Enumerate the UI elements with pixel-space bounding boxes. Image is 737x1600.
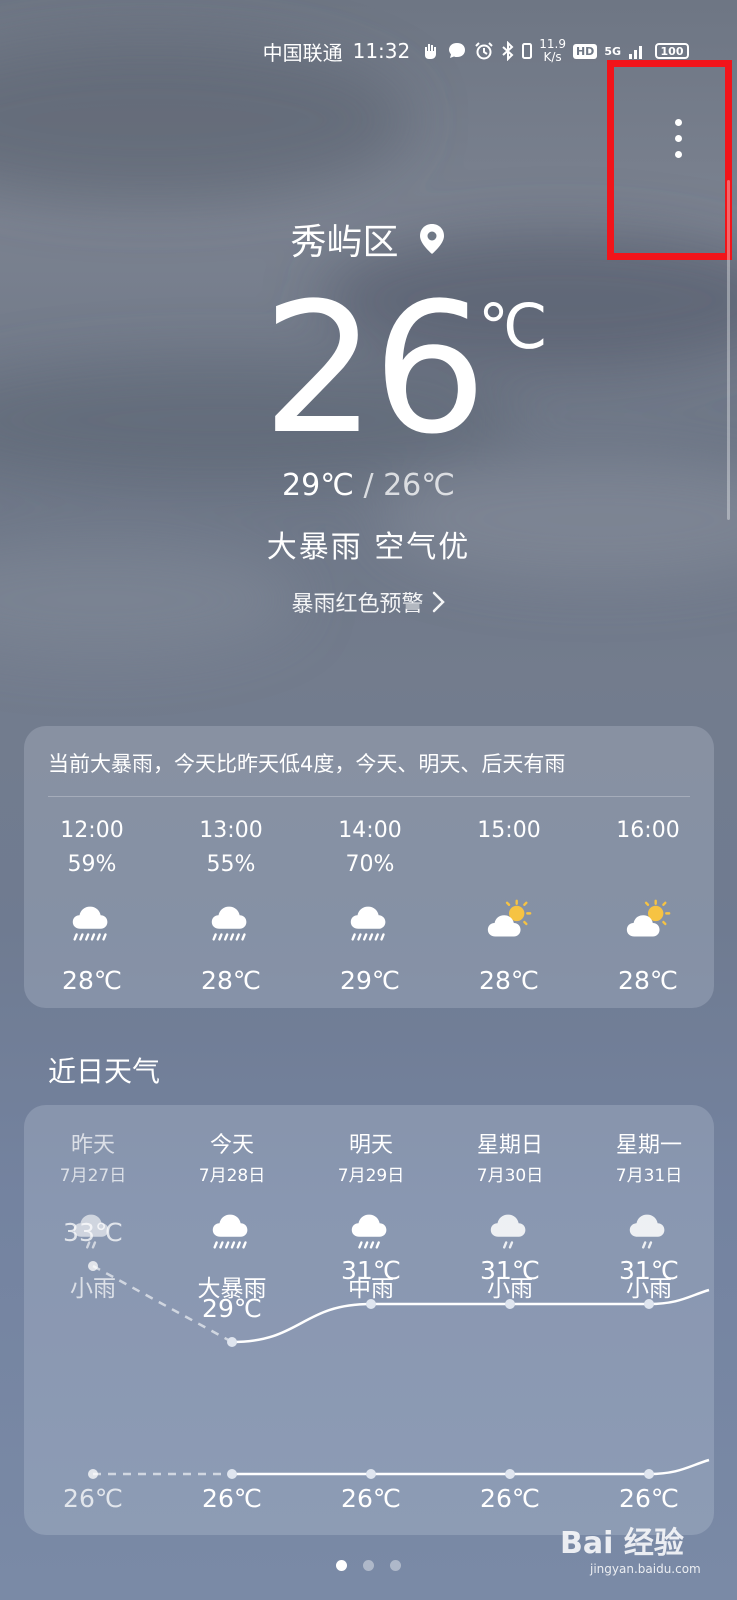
low-temp-point bbox=[366, 1469, 376, 1479]
vibrate-icon bbox=[522, 43, 533, 59]
hour-temp: 29℃ bbox=[340, 966, 400, 995]
alarm-icon bbox=[475, 42, 493, 60]
high-temp-point bbox=[366, 1299, 376, 1309]
dot bbox=[674, 118, 682, 126]
page-dot[interactable] bbox=[336, 1560, 347, 1571]
low-temp-point bbox=[505, 1469, 515, 1479]
low-temp-label: 26℃ bbox=[619, 1484, 679, 1513]
divider bbox=[48, 796, 690, 797]
daily-forecast-card[interactable]: 昨天 7月27日 小雨 今天 7月28日 大暴雨 明天 7月29日 中雨 星期日 7月… bbox=[24, 1105, 714, 1535]
hourly-item: 16:00 28℃ bbox=[588, 818, 708, 995]
heavy-rain-icon bbox=[32, 888, 152, 958]
hour-precip: 70% bbox=[345, 852, 395, 877]
high-temp-label: 31℃ bbox=[480, 1256, 540, 1285]
low-temp: 26℃ bbox=[383, 468, 455, 503]
clock: 11:32 bbox=[352, 39, 411, 63]
range-separator: / bbox=[353, 468, 384, 503]
chevron-right-icon bbox=[432, 591, 445, 613]
partly-cloudy-icon bbox=[588, 888, 708, 958]
temperature-trend-chart bbox=[88, 1261, 710, 1479]
high-temp-label: 33℃ bbox=[63, 1218, 123, 1247]
hourly-item: 12:00 59% 28℃ bbox=[32, 818, 152, 995]
message-icon bbox=[449, 43, 466, 58]
hour-time: 13:00 bbox=[199, 818, 263, 843]
hour-time: 15:00 bbox=[477, 818, 541, 843]
hour-temp: 28℃ bbox=[479, 966, 539, 995]
high-temp-label: 31℃ bbox=[619, 1256, 679, 1285]
hour-temp: 28℃ bbox=[62, 966, 122, 995]
low-temp-label: 26℃ bbox=[202, 1484, 262, 1513]
status-bar: 中国联通 11:32 11.9 K/s HD 5G 100 bbox=[0, 34, 737, 68]
status-icons: 11.9 K/s HD 5G 100 bbox=[420, 38, 689, 64]
hour-temp: 28℃ bbox=[201, 966, 261, 995]
hour-time: 14:00 bbox=[338, 818, 402, 843]
watermark-url: jingyan.baidu.com bbox=[590, 1562, 701, 1576]
location-pin-icon bbox=[419, 224, 444, 254]
page-dot[interactable] bbox=[390, 1560, 401, 1571]
hd-badge: HD bbox=[572, 43, 598, 59]
hour-time: 12:00 bbox=[60, 818, 124, 843]
temperature-range: 29℃ / 26℃ bbox=[0, 468, 737, 503]
baidu-watermark: Bai 经验 jingyan.baidu.com bbox=[560, 1518, 701, 1576]
low-temp-line bbox=[232, 1458, 710, 1476]
temperature-unit: ℃ bbox=[478, 290, 548, 363]
page-dot[interactable] bbox=[363, 1560, 374, 1571]
daily-section-title: 近日天气 bbox=[48, 1055, 161, 1088]
hour-precip bbox=[449, 852, 569, 888]
net-speed-unit: K/s bbox=[543, 50, 562, 64]
location-name: 秀屿区 bbox=[290, 222, 399, 263]
weather-alert-link[interactable]: 暴雨红色预警 bbox=[0, 586, 737, 618]
high-temp-point bbox=[88, 1261, 98, 1271]
battery-indicator: 100 bbox=[655, 43, 689, 59]
low-temp-label: 26℃ bbox=[480, 1484, 540, 1513]
hourly-forecast-card[interactable]: 当前大暴雨，今天比昨天低4度，今天、明天、后天有雨 12:00 59% 28℃ 1… bbox=[24, 726, 714, 1008]
bluetooth-icon bbox=[502, 41, 514, 61]
low-temp-label: 26℃ bbox=[63, 1484, 123, 1513]
hour-precip: 55% bbox=[206, 852, 256, 877]
more-options-button[interactable] bbox=[648, 98, 708, 178]
high-temp-point bbox=[227, 1337, 237, 1347]
heavy-rain-icon bbox=[171, 888, 291, 958]
high-temp-label: 31℃ bbox=[341, 1256, 401, 1285]
hour-time: 16:00 bbox=[616, 818, 680, 843]
carrier-label: 中国联通 bbox=[262, 40, 343, 65]
hourly-item: 13:00 55% 28℃ bbox=[171, 818, 291, 995]
low-temp-point bbox=[88, 1469, 98, 1479]
high-temp-point bbox=[644, 1299, 654, 1309]
hour-precip: 59% bbox=[67, 852, 117, 877]
high-temp-label: 29℃ bbox=[202, 1294, 262, 1323]
partly-cloudy-icon bbox=[449, 888, 569, 958]
hourly-item: 14:00 70% 29℃ bbox=[310, 818, 430, 995]
low-temp-point bbox=[227, 1469, 237, 1479]
dot bbox=[674, 150, 682, 158]
low-temp-label: 26℃ bbox=[341, 1484, 401, 1513]
alert-text: 暴雨红色预警 bbox=[291, 592, 424, 617]
location-title[interactable]: 秀屿区 bbox=[0, 213, 737, 265]
hour-precip bbox=[588, 852, 708, 888]
weather-summary: 当前大暴雨，今天比昨天低4度，今天、明天、后天有雨 bbox=[48, 752, 566, 776]
hour-temp: 28℃ bbox=[618, 966, 678, 995]
hourly-item: 15:00 28℃ bbox=[449, 818, 569, 995]
weather-condition: 大暴雨 空气优 bbox=[266, 530, 471, 565]
high-temp-point bbox=[505, 1299, 515, 1309]
watermark-brand: Bai 经验 bbox=[560, 1526, 684, 1561]
network-type: 5G bbox=[604, 44, 621, 58]
heavy-rain-icon bbox=[310, 888, 430, 958]
low-temp-point bbox=[644, 1469, 654, 1479]
dot bbox=[674, 134, 682, 142]
high-temp: 29℃ bbox=[282, 468, 354, 503]
net-speed: 11.9 K/s bbox=[539, 38, 566, 64]
high-temp-line bbox=[231, 1288, 710, 1344]
current-temperature: 26 bbox=[262, 265, 487, 474]
signal-icon bbox=[629, 46, 642, 59]
hand-icon bbox=[425, 44, 437, 59]
